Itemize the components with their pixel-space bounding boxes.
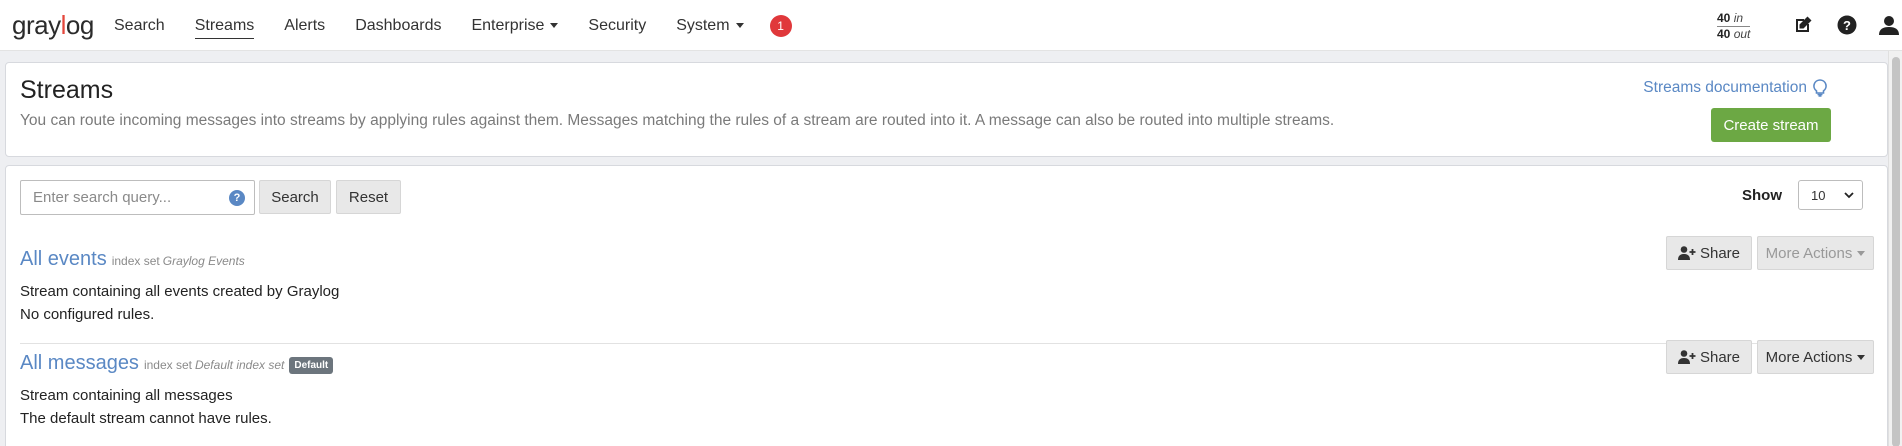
list-item: All events index set Graylog Events Stre…	[20, 236, 1874, 344]
caret-down-icon	[550, 23, 559, 28]
nav-streams-label: Streams	[194, 17, 255, 39]
user-icon[interactable]	[1878, 14, 1900, 36]
index-set-label: index set	[143, 358, 192, 372]
scrollbar-thumb[interactable]	[1892, 57, 1900, 446]
nav-security[interactable]: Security	[588, 0, 646, 51]
share-button[interactable]: Share	[1666, 340, 1752, 374]
svg-text:?: ?	[1843, 18, 1851, 33]
nav-dashboards[interactable]: Dashboards	[355, 0, 441, 51]
page-size-select[interactable]: 10	[1798, 180, 1863, 210]
throughput-out: 40 out	[1717, 27, 1751, 41]
stream-title-row: All events index set Graylog Events	[20, 248, 245, 271]
index-set-label: index set	[111, 254, 160, 268]
page-description: You can route incoming messages into str…	[20, 112, 1335, 129]
page-size-label: Show	[1742, 187, 1782, 204]
share-label: Share	[1699, 348, 1741, 366]
more-actions-button[interactable]: More Actions	[1757, 340, 1874, 374]
stream-name-link[interactable]: All events	[20, 248, 107, 271]
nav-search-label: Search	[114, 16, 165, 34]
nav-search[interactable]: Search	[114, 0, 165, 51]
throughput-indicator[interactable]: 40 in 40 out	[1717, 11, 1751, 41]
doc-link-label: Streams documentation	[1643, 79, 1807, 96]
search-field[interactable]: ?	[20, 180, 255, 215]
page-size-value: 10	[1811, 187, 1826, 203]
lightbulb-icon	[1813, 79, 1827, 97]
page-header-panel: Streams You can route incoming messages …	[5, 62, 1888, 157]
stream-rules-text: No configured rules.	[20, 306, 155, 323]
default-badge: Default	[289, 357, 334, 374]
stream-rules-text: The default stream cannot have rules.	[20, 410, 272, 427]
nav-alerts-label: Alerts	[284, 16, 326, 34]
caret-down-icon	[735, 23, 744, 28]
page-scrollbar[interactable]	[1888, 51, 1902, 446]
nav-dashboards-label: Dashboards	[355, 16, 442, 34]
caret-down-icon	[1857, 250, 1866, 256]
edit-icon[interactable]	[1792, 14, 1814, 36]
stream-list-panel: ? Search Reset Show 10 All events index …	[5, 165, 1888, 446]
caret-down-icon	[1857, 354, 1866, 360]
user-plus-icon	[1677, 246, 1696, 260]
share-button[interactable]: Share	[1666, 236, 1752, 270]
stream-description: Stream containing all events created by …	[20, 283, 340, 300]
search-button[interactable]: Search	[259, 180, 331, 214]
help-icon[interactable]: ?	[1836, 14, 1858, 36]
share-label: Share	[1699, 244, 1741, 262]
notification-badge[interactable]: 1	[769, 14, 792, 37]
nav-alerts[interactable]: Alerts	[284, 0, 325, 51]
nav-enterprise-label: Enterprise	[471, 16, 545, 34]
nav-enterprise-dropdown[interactable]: Enterprise	[471, 0, 559, 51]
top-navbar: graylog Search Streams Alerts Dashboards…	[0, 0, 1902, 51]
search-help-icon[interactable]: ?	[229, 190, 245, 206]
more-actions-label: More Actions	[1765, 244, 1853, 262]
throughput-in: 40 in	[1717, 11, 1751, 27]
user-plus-icon	[1677, 350, 1696, 364]
main-nav: Search Streams Alerts Dashboards Enterpr…	[114, 0, 792, 51]
more-actions-button[interactable]: More Actions	[1757, 236, 1874, 270]
stream-name-link[interactable]: All messages	[20, 352, 139, 375]
nav-security-label: Security	[588, 16, 647, 34]
search-input[interactable]	[21, 181, 221, 214]
create-stream-button[interactable]: Create stream	[1711, 108, 1831, 142]
stream-title-row: All messages index set Default index set…	[20, 352, 334, 375]
nav-system-label: System	[676, 16, 730, 34]
stream-description: Stream containing all messages	[20, 387, 233, 404]
streams-documentation-link[interactable]: Streams documentation	[1643, 79, 1827, 97]
index-set-name: Default index set	[194, 358, 285, 372]
nav-system-dropdown[interactable]: System	[676, 0, 744, 51]
reset-button[interactable]: Reset	[336, 180, 401, 214]
graylog-logo[interactable]: graylog	[12, 11, 94, 39]
more-actions-label: More Actions	[1765, 348, 1853, 366]
list-item: All messages index set Default index set…	[20, 340, 1874, 446]
page-title: Streams	[20, 76, 114, 104]
chevron-down-icon	[1844, 192, 1854, 199]
index-set-name: Graylog Events	[162, 254, 245, 268]
nav-streams[interactable]: Streams	[194, 0, 255, 51]
